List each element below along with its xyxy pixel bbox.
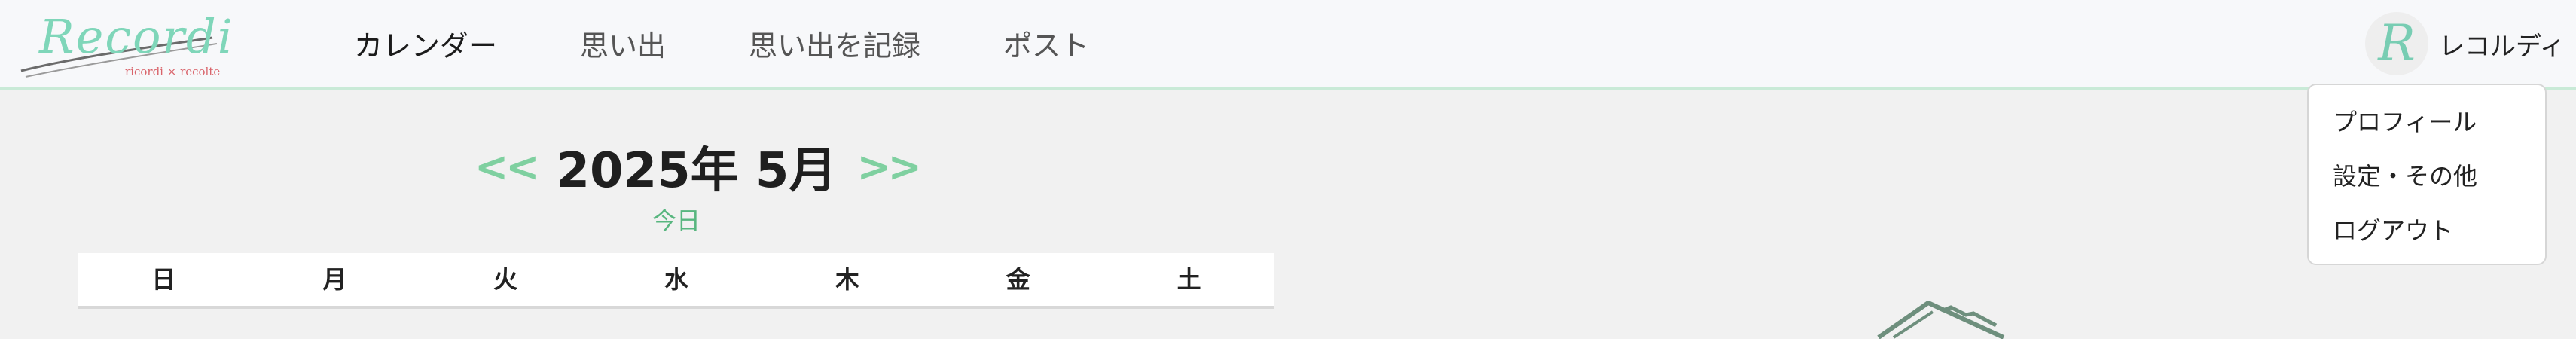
today-button[interactable]: 今日	[652, 202, 700, 237]
main-nav: カレンダー 思い出 思い出を記録 ポスト	[354, 0, 1172, 87]
weekday-wed: 水	[664, 265, 689, 294]
weekday-sun: 日	[151, 265, 176, 294]
user-name[interactable]: レコルディ	[2439, 26, 2565, 63]
weekday-fri: 金	[1006, 265, 1030, 294]
prev-month-button[interactable]: <<	[475, 143, 539, 191]
recordi-logo[interactable]: Recordi ricordi × recolte	[15, 5, 233, 80]
weekday-thu: 木	[835, 265, 859, 294]
calendar-weekday-header: 日 月 火 水 木 金 土	[78, 253, 1274, 309]
nav-item-record-memory[interactable]: 思い出を記録	[749, 23, 920, 64]
avatar-letter: R	[2378, 14, 2416, 72]
user-dropdown-menu: プロフィール 設定・その他 ログアウト	[2307, 84, 2547, 265]
avatar[interactable]: R	[2365, 12, 2428, 75]
next-month-button[interactable]: >>	[856, 143, 921, 191]
book-illustration-icon	[1877, 301, 2005, 339]
nav-item-memories[interactable]: 思い出	[580, 23, 666, 64]
weekday-mon: 月	[322, 265, 347, 294]
weekday-tue: 火	[493, 265, 518, 294]
weekday-sat: 土	[1177, 265, 1201, 294]
month-title: 2025年 5月	[556, 143, 838, 199]
logo-subtitle: ricordi × recolte	[125, 65, 221, 78]
user-menu-toggle[interactable]: R レコルディ	[2365, 12, 2565, 75]
month-navigation: << 2025年 5月 >>	[475, 133, 922, 200]
menu-item-profile[interactable]: プロフィール	[2333, 103, 2477, 138]
nav-item-post[interactable]: ポスト	[1003, 23, 1089, 64]
menu-item-logout[interactable]: ログアウト	[2333, 212, 2453, 246]
logo-wordmark: Recordi	[39, 9, 234, 64]
menu-item-settings[interactable]: 設定・その他	[2333, 157, 2477, 192]
nav-item-calendar[interactable]: カレンダー	[354, 23, 497, 64]
top-header: Recordi ricordi × recolte カレンダー 思い出 思い出を…	[0, 0, 2576, 90]
